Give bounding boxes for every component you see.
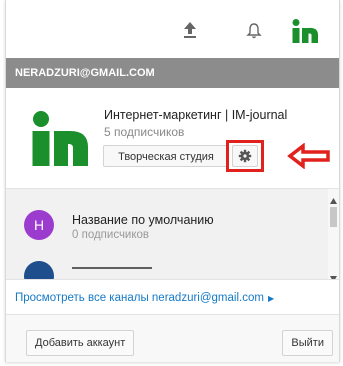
view-all-channels-link[interactable]: Просмотреть все каналы neradzuri@gmail.c… xyxy=(15,292,274,304)
upload-icon[interactable] xyxy=(182,20,198,43)
scroll-down-icon[interactable] xyxy=(330,269,337,279)
footer-bar: Добавить аккаунт Выйти xyxy=(6,314,339,362)
current-account: Интернет-маркетинг | IM-journal 5 подпис… xyxy=(6,88,339,188)
channel-logo-icon xyxy=(30,109,90,172)
sign-out-button[interactable]: Выйти xyxy=(282,330,333,356)
settings-highlight-box xyxy=(226,140,264,172)
scroll-thumb[interactable] xyxy=(330,207,337,227)
channel-item-name: Название по умолчанию xyxy=(72,213,214,227)
channel-item-subscribers: 0 подписчиков xyxy=(72,229,150,241)
channel-avatar-partial xyxy=(24,261,54,279)
caret-right-icon: ▶ xyxy=(267,294,275,303)
bell-icon[interactable] xyxy=(246,22,262,45)
pointer-arrow-icon xyxy=(287,142,331,174)
channel-list: H Название по умолчанию 0 подписчиков xyxy=(6,188,339,280)
channel-subscribers: 5 подписчиков xyxy=(104,125,185,139)
top-bar xyxy=(6,0,339,59)
channel-avatar: H xyxy=(24,210,54,240)
add-account-button[interactable]: Добавить аккаунт xyxy=(26,330,135,356)
channel-name: Интернет-маркетинг | IM-journal xyxy=(104,108,288,122)
account-menu: NERADZURI@GMAIL.COM Интернет-маркетинг |… xyxy=(5,0,340,362)
view-all-label: Просмотреть все каналы neradzuri@gmail.c… xyxy=(15,292,264,304)
creator-studio-button[interactable]: Творческая студия xyxy=(103,145,229,167)
account-email: NERADZURI@GMAIL.COM xyxy=(6,58,339,88)
channel-item[interactable]: H Название по умолчанию 0 подписчиков xyxy=(6,203,328,247)
channel-name-partial xyxy=(72,267,152,269)
account-logo-icon[interactable] xyxy=(291,18,321,49)
channel-list-scrollbar[interactable] xyxy=(328,189,339,279)
